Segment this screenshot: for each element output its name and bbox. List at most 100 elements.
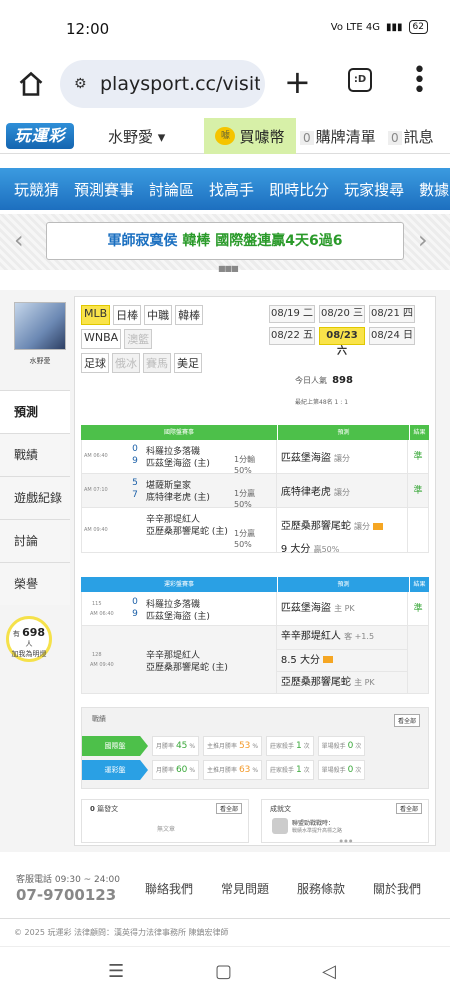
pick-note: 主 PK xyxy=(354,678,375,688)
league-tab[interactable]: 賽馬 xyxy=(143,353,171,373)
buy-coin-button[interactable]: 噱 買噱幣 xyxy=(204,118,296,154)
back-icon[interactable]: ◁ xyxy=(322,961,336,982)
url-text[interactable]: playsport.cc/visit xyxy=(100,73,260,95)
league-tab[interactable]: 韓棒 xyxy=(175,305,204,325)
pick-line: 9 大分 贏50% xyxy=(281,540,403,555)
home-score: 9 xyxy=(132,609,138,619)
badge-icon xyxy=(272,818,288,834)
posts-more-button[interactable]: 看全部 xyxy=(215,803,242,814)
nav-item[interactable]: 數據 xyxy=(419,179,449,200)
game-time: AM 07:10 xyxy=(84,487,108,493)
date-tab[interactable]: 08/21 四 xyxy=(369,305,415,323)
more-menu-icon[interactable]: • • • xyxy=(413,60,426,102)
profile-name: 水野愛 xyxy=(29,357,51,365)
side-tab-games[interactable]: 遊戲紀錄 xyxy=(0,476,70,519)
nav-item[interactable]: 玩家搜尋 xyxy=(344,179,404,200)
marquee-prefix: 軍師寂寞侯 xyxy=(107,233,183,249)
date-tab[interactable]: 08/20 三 xyxy=(319,305,365,323)
address-bar[interactable]: ⚙ playsport.cc/visit xyxy=(60,60,265,108)
stat-label: 單場殺手 xyxy=(321,767,346,774)
nav-item[interactable]: 討論區 xyxy=(149,179,194,200)
league-tab[interactable]: 中職 xyxy=(144,305,173,325)
home-team[interactable]: 底特律老虎 (主) xyxy=(146,490,210,503)
date-tab[interactable]: 08/24 日 xyxy=(369,327,415,345)
badge-item-title[interactable]: 聯盟勁戰戰時： xyxy=(292,818,334,827)
league-tab[interactable]: 美足 xyxy=(174,353,202,373)
new-tab-icon[interactable]: + xyxy=(284,64,311,100)
stat-label: 單場殺手 xyxy=(321,743,346,750)
performance-title: 戰績 xyxy=(92,715,106,723)
date-tab[interactable]: 08/22 五 xyxy=(269,327,315,345)
footer-link[interactable]: 聯絡我們 xyxy=(145,880,193,897)
site-settings-icon[interactable]: ⚙ xyxy=(74,76,94,92)
header-result: 結果 xyxy=(409,425,429,440)
header-game: 國際盤賽事 xyxy=(163,429,194,436)
nav-item[interactable]: 玩競猜 xyxy=(14,179,59,200)
performance-label[interactable]: 國際盤 xyxy=(82,736,148,756)
badges-more-button[interactable]: 看全部 xyxy=(395,803,422,814)
pick: 9 大分 xyxy=(280,544,311,555)
footer-link[interactable]: 常見問題 xyxy=(221,880,269,897)
home-team[interactable]: 匹茲堡海盜 (主) xyxy=(146,609,210,622)
home-team[interactable]: 亞歷桑那響尾蛇 (主) xyxy=(146,660,228,673)
footer-link[interactable]: 關於我們 xyxy=(373,880,421,897)
home-team[interactable]: 匹茲堡海盜 (主) xyxy=(146,456,210,469)
league-row: WNBA 澳籃 xyxy=(81,329,261,349)
service-hours: 客服電話 09:30 ~ 24:00 xyxy=(16,875,120,885)
user-menu[interactable]: 水野愛 ▾ xyxy=(108,126,165,147)
table-row: AM 07:10 5 7 堪薩斯皇家 底特律老虎 (主) 1分贏 50% 底特律老虎 讓分準 xyxy=(81,474,429,509)
cart-count: 0 xyxy=(300,131,314,145)
message-link[interactable]: 0 訊息 xyxy=(388,126,434,147)
league-tab[interactable]: 足球 xyxy=(81,353,109,373)
league-tab[interactable]: 澳籃 xyxy=(124,329,153,349)
avatar[interactable] xyxy=(14,302,66,350)
handicap: 1分贏 xyxy=(234,528,256,538)
pop-label: 今日人氣 xyxy=(295,376,327,385)
tab-switcher-button[interactable]: :D xyxy=(348,68,372,92)
table-row: AM 06:40 0 9 科羅拉多落磯 匹茲堡海盜 (主) 1分輸 50% 匹茲堡海盜 讓分準 xyxy=(81,440,429,475)
side-tab-honor[interactable]: 榮譽 xyxy=(0,562,70,605)
performance-label[interactable]: 運彩盤 xyxy=(82,760,148,780)
stat-label: 月勝率 xyxy=(156,743,175,750)
cart-link[interactable]: 0 購牌清單 xyxy=(300,126,376,147)
stat-cell: 單場殺手 0 次 xyxy=(317,736,366,756)
pick: 亞歷桑那響尾蛇 xyxy=(280,677,351,689)
league-tab[interactable]: 俄冰 xyxy=(112,353,140,373)
service-phone[interactable]: 07-9700123 xyxy=(16,886,116,904)
stat-label: 莊家殺手 xyxy=(270,743,295,750)
side-tab-record[interactable]: 戰績 xyxy=(0,433,70,476)
footer-link[interactable]: 服務條款 xyxy=(297,880,345,897)
marquee-box[interactable]: 軍師寂寞侯 韓棒 國際盤連贏4天6過6 xyxy=(46,222,404,260)
result-cell xyxy=(408,626,428,693)
away-score: 5 xyxy=(132,478,138,488)
performance-row: 運彩盤 月勝率 60 % 主推月勝率 63 % 莊家殺手 1 次單場殺手 0 次 xyxy=(82,760,430,780)
home-nav-icon[interactable]: ▢ xyxy=(215,961,232,982)
home-team[interactable]: 亞歷桑那響尾蛇 (主) xyxy=(146,524,228,537)
marquee-next-icon[interactable]: › xyxy=(418,226,428,254)
header-pick: 預測 xyxy=(277,425,409,440)
nav-item[interactable]: 預測賽事 xyxy=(74,179,134,200)
recents-icon[interactable]: ☰ xyxy=(108,961,124,982)
badges-box: 成就文 看全部 聯盟勁戰戰時： 戰績水準提升高標之路 ● ● ● xyxy=(261,799,429,843)
site-logo[interactable]: 玩運彩 xyxy=(6,123,74,149)
away-score: 0 xyxy=(132,597,138,607)
nav-item[interactable]: 即時比分 xyxy=(269,179,329,200)
home-icon[interactable] xyxy=(17,70,45,98)
marquee-prev-icon[interactable]: ‹ xyxy=(14,226,24,254)
side-tab-predict[interactable]: 預測 xyxy=(0,390,70,433)
result-cell: 準 xyxy=(413,604,423,614)
date-tab[interactable]: 08/23 六 xyxy=(319,327,365,357)
stat-label: 主推月勝率 xyxy=(207,767,238,774)
copyright: © 2025 玩運彩 法律顧問：漢英得力法律事務所 陳鎮宏律師 xyxy=(0,918,450,946)
side-tab-discuss[interactable]: 討論 xyxy=(0,519,70,562)
followers-bulb[interactable]: 有 698 人 加我為明燈 xyxy=(6,616,52,662)
league-tab[interactable]: WNBA xyxy=(81,329,122,349)
league-tab[interactable]: 日棒 xyxy=(113,305,142,325)
nav-item[interactable]: 找高手 xyxy=(209,179,254,200)
date-tab[interactable]: 08/19 二 xyxy=(269,305,315,323)
league-tab[interactable]: MLB xyxy=(81,305,111,325)
browser-toolbar: ⚙ playsport.cc/visit + :D • • • xyxy=(0,56,450,114)
performance-more-button[interactable]: 看全部 xyxy=(393,714,420,727)
stat-value: 60 xyxy=(175,765,188,775)
result-cell xyxy=(408,508,428,552)
